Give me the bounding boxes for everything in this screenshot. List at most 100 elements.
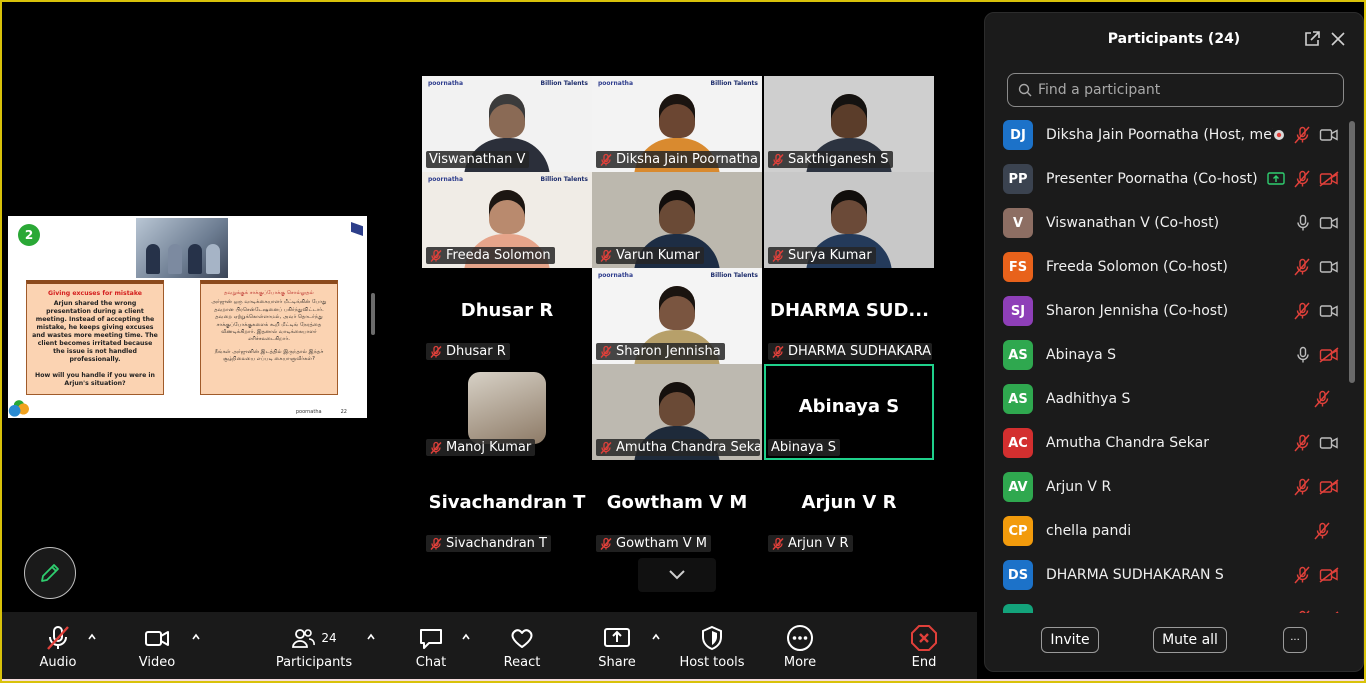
video-camera-icon	[1319, 261, 1338, 273]
participant-row[interactable]: DJ Diksha Jain Poornatha (Host, me)	[1003, 113, 1343, 157]
gallery-scroll-down-button[interactable]	[638, 558, 716, 592]
participant-face	[831, 190, 867, 234]
slide-logo-icon	[351, 222, 363, 236]
participant-row[interactable]: AS Abinaya S	[1003, 333, 1343, 377]
close-icon[interactable]	[1329, 30, 1347, 48]
participant-row[interactable]: SJ Sharon Jennisha (Co-host)	[1003, 289, 1343, 333]
video-tile[interactable]: Sivachandran T Sivachandran T	[422, 460, 592, 556]
microphone-muted-icon	[1294, 302, 1310, 320]
chat-button[interactable]: Chat	[406, 612, 456, 680]
video-button[interactable]: Video	[130, 612, 184, 680]
react-label: React	[503, 655, 541, 670]
video-tile[interactable]: Abinaya S Abinaya S	[764, 364, 934, 460]
tile-name-label: Sharon Jennisha	[596, 343, 725, 360]
share-label: Share	[598, 655, 636, 670]
video-tile[interactable]: Sakthiganesh S	[764, 76, 934, 172]
video-camera-off-icon	[1335, 611, 1339, 613]
share-options-chevron-up-icon[interactable]	[651, 632, 661, 642]
participants-panel: Participants (24) Find a participant DJ D…	[984, 12, 1364, 672]
participant-list-scrollbar[interactable]	[1349, 121, 1355, 383]
video-camera-off-icon	[1319, 171, 1339, 187]
tile-name: Arjun V R	[788, 536, 849, 551]
participant-row[interactable]: FS Freeda Solomon (Co-host)	[1003, 245, 1343, 289]
slide-footer: poornatha 22	[296, 409, 347, 415]
panel-more-button[interactable]: ···	[1283, 627, 1307, 653]
participant-row[interactable]: DS DHARMA SUDHAKARAN S	[1003, 553, 1343, 597]
participant-row[interactable]: AC Amutha Chandra Sekar	[1003, 421, 1343, 465]
chat-options-chevron-up-icon[interactable]	[461, 632, 471, 642]
participant-list[interactable]: DJ Diksha Jain Poornatha (Host, me) PP Pres…	[985, 113, 1349, 613]
participant-avatar: AS	[1003, 340, 1033, 370]
tile-name: Gowtham V M	[616, 536, 707, 551]
video-tile[interactable]: Arjun V R Arjun V R	[764, 460, 934, 556]
participants-button[interactable]: 24 Participants	[274, 612, 354, 680]
meeting-stage: 2 Giving excuses for mistake Arjun share…	[2, 2, 977, 612]
microphone-muted-icon	[1294, 478, 1310, 496]
tile-name-label: Diksha Jain Poornatha	[596, 151, 760, 168]
video-tile[interactable]: Amutha Chandra Sekar	[592, 364, 762, 460]
tile-name: Varun Kumar	[616, 248, 700, 263]
participant-row[interactable]: AV Arjun V R	[1003, 465, 1343, 509]
react-button[interactable]: React	[496, 612, 548, 680]
participant-search-input[interactable]: Find a participant	[1007, 73, 1344, 107]
audio-options-chevron-up-icon[interactable]	[87, 632, 97, 642]
participant-name: Presenter Poornatha (Co-host)	[1046, 171, 1258, 187]
video-tile[interactable]: poornatha Billion Talents Viswanathan V	[422, 76, 592, 172]
search-icon	[1018, 83, 1032, 97]
participant-name: Amutha Chandra Sekar	[1046, 435, 1209, 451]
pencil-icon	[41, 564, 59, 582]
participant-name: DHARMA SUDHAKARAN S	[1046, 567, 1224, 583]
video-tile[interactable]: poornatha Billion Talents Freeda Solomon	[422, 172, 592, 268]
video-tile[interactable]: Varun Kumar	[592, 172, 762, 268]
video-tile[interactable]: Surya Kumar	[764, 172, 934, 268]
microphone-muted-icon	[772, 153, 784, 166]
meeting-toolbar: Audio Video 24 Participants Chat React S…	[2, 612, 977, 680]
participant-row[interactable]: PP Presenter Poornatha (Co-host)	[1003, 157, 1343, 201]
end-button[interactable]: End	[898, 612, 950, 680]
share-button[interactable]: Share	[591, 612, 643, 680]
participant-name: Freeda Solomon (Co-host)	[1046, 259, 1228, 275]
chat-label: Chat	[415, 655, 447, 670]
tile-name-label: Viswanathan V	[426, 151, 530, 168]
mute-all-button[interactable]: Mute all	[1153, 627, 1227, 653]
video-tile[interactable]: DHARMA SUD... DHARMA SUDHAKARA...	[764, 268, 934, 364]
tile-display-name: Abinaya S	[798, 396, 900, 417]
profile-picture	[468, 372, 546, 444]
chevron-down-icon	[669, 570, 685, 580]
more-button[interactable]: More	[774, 612, 826, 680]
audio-button[interactable]: Audio	[30, 612, 86, 680]
chat-icon	[420, 629, 442, 649]
participant-row[interactable]: CP chella pandi	[1003, 509, 1343, 553]
annotate-button[interactable]	[24, 547, 76, 599]
more-icon	[787, 625, 813, 651]
participant-row[interactable]: AS Aadhithya S	[1003, 377, 1343, 421]
participant-face	[659, 382, 695, 426]
participant-row[interactable]	[1003, 597, 1343, 613]
video-tile[interactable]: Dhusar R Dhusar R	[422, 268, 592, 364]
video-tile[interactable]: Manoj Kumar	[422, 364, 592, 460]
participant-name: Aadhithya S	[1046, 391, 1131, 407]
split-view-divider[interactable]	[371, 293, 375, 335]
participant-avatar: PP	[1003, 164, 1033, 194]
pop-out-icon[interactable]	[1303, 30, 1321, 48]
participants-options-chevron-up-icon[interactable]	[366, 632, 376, 642]
participant-row[interactable]: V Viswanathan V (Co-host)	[1003, 201, 1343, 245]
video-tile[interactable]: Gowtham V M Gowtham V M	[592, 460, 762, 556]
participant-status-icons	[1293, 302, 1339, 320]
participant-search-placeholder: Find a participant	[1038, 82, 1161, 98]
participant-name: chella pandi	[1046, 523, 1132, 539]
video-tile[interactable]: poornatha Billion Talents Diksha Jain Poor…	[592, 76, 762, 172]
participants-count: 24	[321, 631, 337, 645]
tile-name-label: Freeda Solomon	[426, 247, 555, 264]
shared-slide[interactable]: 2 Giving excuses for mistake Arjun share…	[8, 216, 367, 418]
video-tile[interactable]: poornatha Billion Talents Sharon Jennisha	[592, 268, 762, 364]
microphone-muted-icon	[600, 249, 612, 262]
slide-tamil-title: தவறுக்குக் சாக்குப்போக்கு சொல்லுதல்	[224, 290, 314, 296]
end-label: End	[911, 655, 937, 670]
participant-status-icons	[1295, 214, 1339, 232]
host-tools-button[interactable]: Host tools	[676, 612, 748, 680]
video-options-chevron-up-icon[interactable]	[191, 632, 201, 642]
invite-button[interactable]: Invite	[1041, 627, 1099, 653]
video-camera-off-icon	[1319, 567, 1339, 583]
slide-photo	[136, 218, 228, 278]
